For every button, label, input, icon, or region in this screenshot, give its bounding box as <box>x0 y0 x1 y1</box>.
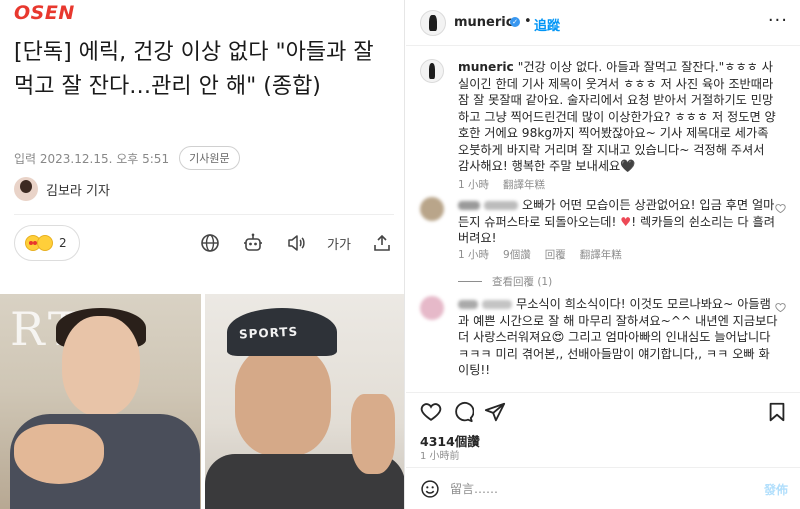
article-headline: [단독] 에릭, 건강 이상 없다 "아들과 잘 먹고 잘 잔다…관리 안 해"… <box>14 40 374 99</box>
verified-badge-icon: ✓ <box>510 17 520 27</box>
caption-translate-button[interactable]: 翻譯年糕 <box>503 177 545 192</box>
replies-line <box>458 281 482 282</box>
caption-time: 1 小時 <box>458 179 490 191</box>
red-heart-emoji: ♥ <box>620 214 632 229</box>
robot-icon[interactable] <box>241 231 265 255</box>
face <box>235 346 331 456</box>
comment-time: 1 小時 <box>458 249 490 261</box>
heart-hands <box>14 424 104 484</box>
comment-text-block: 무소식이 희소식이다! 이것도 모르나봐요~ 아들램과 예쁜 시간으로 잘 해 … <box>458 296 778 379</box>
profile-avatar[interactable] <box>420 10 446 36</box>
add-comment-bar: 發佈 <box>406 467 800 509</box>
divider <box>14 214 394 215</box>
face <box>62 316 140 416</box>
reporter-name: 김보라 기자 <box>46 183 110 199</box>
peace-hand <box>351 394 395 474</box>
comment-icon[interactable] <box>452 401 474 423</box>
caption-meta: 1 小時 翻譯年糕 <box>458 177 545 192</box>
photo-eric-heart-gesture: RT <box>0 294 201 509</box>
comment-like-icon[interactable] <box>775 203 786 214</box>
comment-like-icon[interactable] <box>775 302 786 313</box>
post-time: 1 小時前 <box>420 451 460 462</box>
more-options-icon[interactable]: ··· <box>768 10 788 31</box>
post-action-bar <box>406 392 800 428</box>
bookmark-icon[interactable] <box>766 401 788 423</box>
reaction-count: 2 <box>59 236 67 250</box>
article-meta: 입력 2023.12.15. 오후 5:51 기사원문 <box>14 146 240 170</box>
post-comment-button[interactable]: 發佈 <box>764 481 788 498</box>
news-article-panel: OSEN [단독] 에릭, 건강 이상 없다 "아들과 잘 먹고 잘 잔다…관리… <box>0 0 405 509</box>
original-article-button[interactable]: 기사원문 <box>179 146 240 170</box>
commenter-name-blurred[interactable] <box>482 300 512 309</box>
post-header: muneric ✓ • 追蹤 ··· <box>406 0 800 46</box>
caption-text: "건강 이상 없다. 아들과 잘먹고 잘잔다."ㅎㅎㅎ 사실이긴 한데 기사 제… <box>458 60 776 173</box>
commenter-name-blurred[interactable] <box>458 201 480 210</box>
follow-button[interactable]: 追蹤 <box>534 15 560 34</box>
commenter-avatar[interactable] <box>420 296 444 320</box>
font-size-icon[interactable]: 가가 <box>327 231 351 255</box>
profile-username[interactable]: muneric <box>454 15 513 30</box>
reporter-avatar <box>14 177 38 201</box>
instagram-post-panel: muneric ✓ • 追蹤 ··· muneric "건강 이상 없다. 아들과… <box>406 0 800 509</box>
commenter-name-blurred[interactable] <box>484 201 518 210</box>
view-replies-button[interactable]: 查看回覆 (1) <box>458 274 552 289</box>
caption-avatar[interactable] <box>420 59 444 83</box>
reply-button[interactable]: 回覆 <box>545 247 566 262</box>
comment-translate-button[interactable]: 翻譯年糕 <box>580 247 622 262</box>
commenter-name-blurred[interactable] <box>458 300 478 309</box>
osen-logo[interactable]: OSEN <box>14 2 75 24</box>
speaker-icon[interactable] <box>284 231 308 255</box>
comment-meta: 1 小時 9個讚 回覆 翻譯年糕 <box>458 247 622 262</box>
emoji-icon[interactable] <box>420 479 440 499</box>
caption-text-block: muneric "건강 이상 없다. 아들과 잘먹고 잘잔다."ㅎㅎㅎ 사실이긴 … <box>458 59 778 175</box>
reporter-byline[interactable]: 김보라 기자 <box>14 177 110 201</box>
share-icon[interactable] <box>370 231 394 255</box>
caption-username[interactable]: muneric <box>458 60 514 74</box>
view-replies-label: 查看回覆 (1) <box>492 276 553 288</box>
caption-heart-emoji: 🖤 <box>620 159 636 173</box>
heart-eyes-emoji: 😍 <box>551 330 565 344</box>
comment-item: 오빠가 어떤 모습이든 상관없어요! 입금 후면 얼마든지 슈퍼스타로 되돌아오… <box>420 197 794 307</box>
article-action-bar: 2 가가 <box>14 225 394 263</box>
heart-icon[interactable] <box>420 401 442 423</box>
commenter-avatar[interactable] <box>420 197 444 221</box>
article-photos: RT SPORTS <box>0 294 404 509</box>
reaction-button[interactable]: 2 <box>14 225 80 261</box>
comment-text-block: 오빠가 어떤 모습이든 상관없어요! 입금 후면 얼마든지 슈퍼스타로 되돌아오… <box>458 197 778 247</box>
photo-eric-peace-sign: SPORTS <box>205 294 404 509</box>
send-icon[interactable] <box>484 401 506 423</box>
publish-date: 입력 2023.12.15. 오후 5:51 <box>14 151 170 166</box>
smile-emoji-icon <box>37 235 53 251</box>
publisher-header: OSEN <box>0 0 404 26</box>
comments-section: muneric "건강 이상 없다. 아들과 잘먹고 잘잔다."ㅎㅎㅎ 사실이긴 … <box>406 47 800 392</box>
post-caption: muneric "건강 이상 없다. 아들과 잘먹고 잘잔다."ㅎㅎㅎ 사실이긴 … <box>420 59 794 199</box>
separator-dot: • <box>524 14 532 29</box>
globe-icon[interactable] <box>198 231 222 255</box>
comment-likes[interactable]: 9個讚 <box>503 247 531 262</box>
comment-item: 무소식이 희소식이다! 이것도 모르나봐요~ 아들램과 예쁜 시간으로 잘 해 … <box>420 296 794 392</box>
comment-input[interactable] <box>450 478 740 500</box>
